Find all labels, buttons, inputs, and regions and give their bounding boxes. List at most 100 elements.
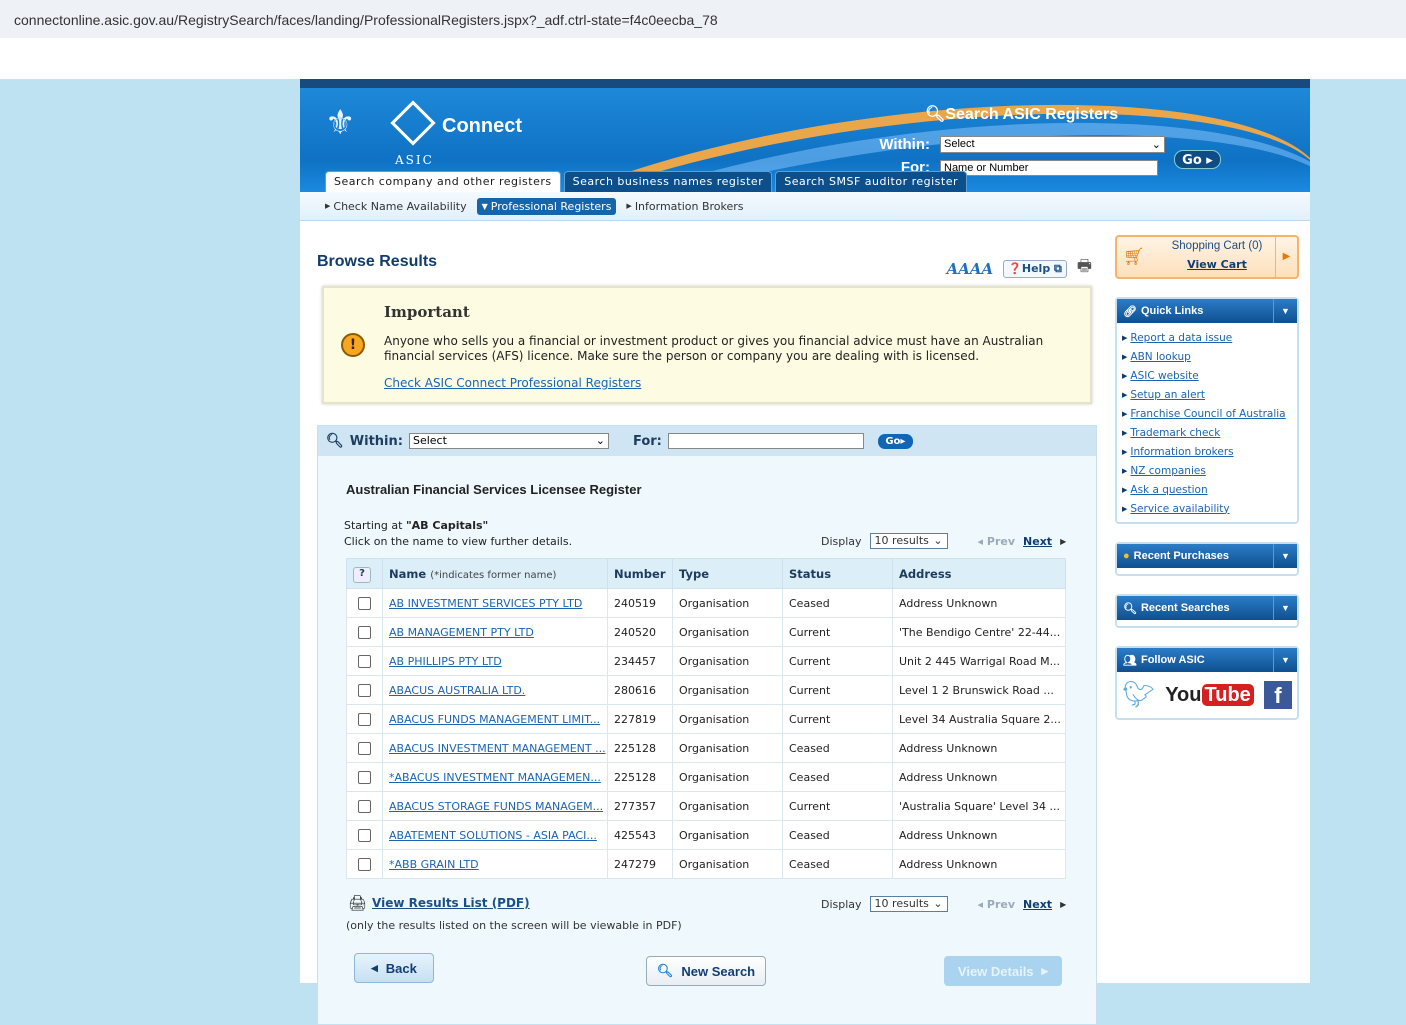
- quick-link-item[interactable]: ▶ Service availability: [1122, 499, 1293, 518]
- tab-business-names[interactable]: Search business names register: [563, 171, 773, 192]
- browser-blank-strip: [0, 38, 1406, 79]
- chevron-down-icon[interactable]: ▼: [1273, 299, 1297, 323]
- print-icon[interactable]: 🖶: [1077, 255, 1092, 282]
- display-select[interactable]: 10 results ⌄: [869, 896, 948, 912]
- company-link[interactable]: AB INVESTMENT SERVICES PTY LTD: [389, 597, 582, 610]
- row-number: 225128: [607, 733, 673, 763]
- recent-purchases-header[interactable]: ● Recent Purchases ▼: [1117, 544, 1297, 568]
- company-link[interactable]: ABATEMENT SOLUTIONS - ASIA PACI...: [389, 829, 597, 842]
- header-within-select[interactable]: Select ⌄: [940, 136, 1165, 153]
- row-number: 225128: [607, 762, 673, 792]
- company-link[interactable]: AB PHILLIPS PTY LTD: [389, 655, 502, 668]
- row-checkbox[interactable]: [358, 799, 371, 813]
- quick-link-item[interactable]: ▶ Franchise Council of Australia: [1122, 404, 1293, 423]
- quick-link[interactable]: Franchise Council of Australia: [1130, 408, 1285, 420]
- facebook-icon[interactable]: f: [1263, 681, 1292, 709]
- help-button[interactable]: ❓Help ⧉: [1003, 259, 1067, 278]
- company-link[interactable]: ABACUS INVESTMENT MANAGEMENT ...: [389, 742, 606, 755]
- quick-link-item[interactable]: ▶ ASIC website: [1122, 366, 1293, 385]
- view-cart-link[interactable]: View Cart: [1162, 258, 1272, 271]
- chevron-down-icon[interactable]: ▼: [1273, 544, 1297, 568]
- row-checkbox[interactable]: [358, 625, 371, 639]
- quick-link-item[interactable]: ▶ Setup an alert: [1122, 385, 1293, 404]
- quick-link-item[interactable]: ▶ Report a data issue: [1122, 328, 1293, 347]
- quick-link[interactable]: Service availability: [1130, 503, 1229, 515]
- row-checkbox[interactable]: [358, 828, 371, 842]
- recent-purchases-box: ● Recent Purchases ▼: [1115, 542, 1299, 576]
- quick-link[interactable]: Report a data issue: [1130, 332, 1232, 344]
- row-checkbox[interactable]: [358, 770, 371, 784]
- header-go-button[interactable]: Go ▸: [1174, 150, 1221, 169]
- twitter-icon[interactable]: 🐦︎: [1122, 680, 1155, 710]
- quick-links-header[interactable]: 🔗︎ Quick Links ▼: [1117, 299, 1297, 323]
- recent-searches-header[interactable]: 🔍︎ Recent Searches ▼: [1117, 596, 1297, 620]
- notice-link[interactable]: Check ASIC Connect Professional Register…: [384, 376, 641, 390]
- subnav-check-name[interactable]: ▶ Check Name Availability: [325, 200, 467, 213]
- prev-link[interactable]: ◂ Prev: [978, 898, 1015, 911]
- header-for-input[interactable]: Name or Number: [940, 159, 1158, 176]
- row-type: Organisation: [672, 646, 783, 676]
- within-select[interactable]: Select ⌄: [408, 433, 609, 449]
- row-checkbox-cell: [346, 820, 383, 850]
- row-checkbox-cell: [346, 675, 383, 705]
- chevron-right-icon[interactable]: ▶: [1275, 237, 1297, 277]
- shopping-cart[interactable]: 🛒︎ Shopping Cart (0) View Cart ▶: [1115, 235, 1299, 279]
- row-checkbox-cell: [346, 588, 383, 618]
- row-checkbox[interactable]: [358, 857, 371, 871]
- subnav-information-brokers[interactable]: ▶ Information Brokers: [626, 200, 743, 213]
- row-checkbox[interactable]: [358, 741, 371, 755]
- quick-link[interactable]: Trademark check: [1130, 427, 1220, 439]
- new-search-button[interactable]: 🔍︎ New Search: [646, 956, 766, 986]
- subnav-professional-registers[interactable]: ▼ Professional Registers: [476, 197, 617, 215]
- bullet-arrow-icon: ▶: [1122, 352, 1128, 361]
- table-row: ABACUS FUNDS MANAGEMENT LIMIT... 227819 …: [346, 704, 1066, 734]
- next-link[interactable]: Next: [1023, 535, 1052, 548]
- chevron-down-icon[interactable]: ▼: [1273, 648, 1297, 672]
- quick-link[interactable]: NZ companies: [1130, 465, 1205, 477]
- row-checkbox-cell: [346, 617, 383, 647]
- register-tabs: Search company and other registers Searc…: [325, 171, 968, 192]
- go-button[interactable]: Go▸: [877, 433, 913, 449]
- font-size-controls[interactable]: AAAA: [947, 260, 994, 278]
- tab-smsf-auditor[interactable]: Search SMSF auditor register: [775, 171, 968, 192]
- row-type: Organisation: [672, 733, 783, 763]
- display-select[interactable]: 10 results ⌄: [869, 533, 948, 549]
- quick-link[interactable]: Ask a question: [1130, 484, 1207, 496]
- company-link[interactable]: *ABACUS INVESTMENT MANAGEMEN...: [389, 771, 601, 784]
- company-link[interactable]: *ABB GRAIN LTD: [389, 858, 479, 871]
- row-checkbox-cell: [346, 849, 383, 879]
- company-link[interactable]: ABACUS FUNDS MANAGEMENT LIMIT...: [389, 713, 600, 726]
- quick-link-item[interactable]: ▶ ABN lookup: [1122, 347, 1293, 366]
- row-checkbox[interactable]: [358, 596, 371, 610]
- row-checkbox[interactable]: [358, 712, 371, 726]
- chevron-right-icon: ▸: [1041, 963, 1049, 978]
- view-pdf-link[interactable]: View Results List (PDF): [372, 896, 530, 910]
- company-link[interactable]: ABACUS STORAGE FUNDS MANAGEM...: [389, 800, 603, 813]
- quick-link-item[interactable]: ▶ Ask a question: [1122, 480, 1293, 499]
- coins-icon: ●: [1123, 550, 1130, 562]
- address-bar[interactable]: connectonline.asic.gov.au/RegistrySearch…: [0, 0, 1406, 38]
- company-link[interactable]: AB MANAGEMENT PTY LTD: [389, 626, 534, 639]
- for-input[interactable]: [667, 433, 864, 449]
- youtube-icon[interactable]: You Tube: [1165, 683, 1254, 707]
- view-details-button[interactable]: View Details ▸: [944, 956, 1062, 986]
- quick-link[interactable]: Information brokers: [1130, 446, 1233, 458]
- next-link[interactable]: Next: [1023, 898, 1052, 911]
- chevron-down-icon[interactable]: ▼: [1273, 596, 1297, 620]
- help-icon[interactable]: ?: [353, 566, 371, 583]
- row-checkbox[interactable]: [358, 654, 371, 668]
- company-link[interactable]: ABACUS AUSTRALIA LTD.: [389, 684, 525, 697]
- follow-asic-header[interactable]: 👥︎ Follow ASIC ▼: [1117, 648, 1297, 672]
- row-checkbox[interactable]: [358, 683, 371, 697]
- quick-link-item[interactable]: ▶ Information brokers: [1122, 442, 1293, 461]
- quick-link[interactable]: ABN lookup: [1130, 351, 1190, 363]
- back-button[interactable]: ◂ Back: [354, 953, 434, 983]
- row-type: Organisation: [672, 704, 783, 734]
- quick-link[interactable]: Setup an alert: [1130, 389, 1205, 401]
- tab-company-registers[interactable]: Search company and other registers: [325, 171, 561, 192]
- prev-link[interactable]: ◂ Prev: [978, 535, 1015, 548]
- quick-link-item[interactable]: ▶ NZ companies: [1122, 461, 1293, 480]
- quick-link-item[interactable]: ▶ Trademark check: [1122, 423, 1293, 442]
- quick-link[interactable]: ASIC website: [1130, 370, 1198, 382]
- notice-text: Anyone who sells you a financial or inve…: [384, 334, 1044, 363]
